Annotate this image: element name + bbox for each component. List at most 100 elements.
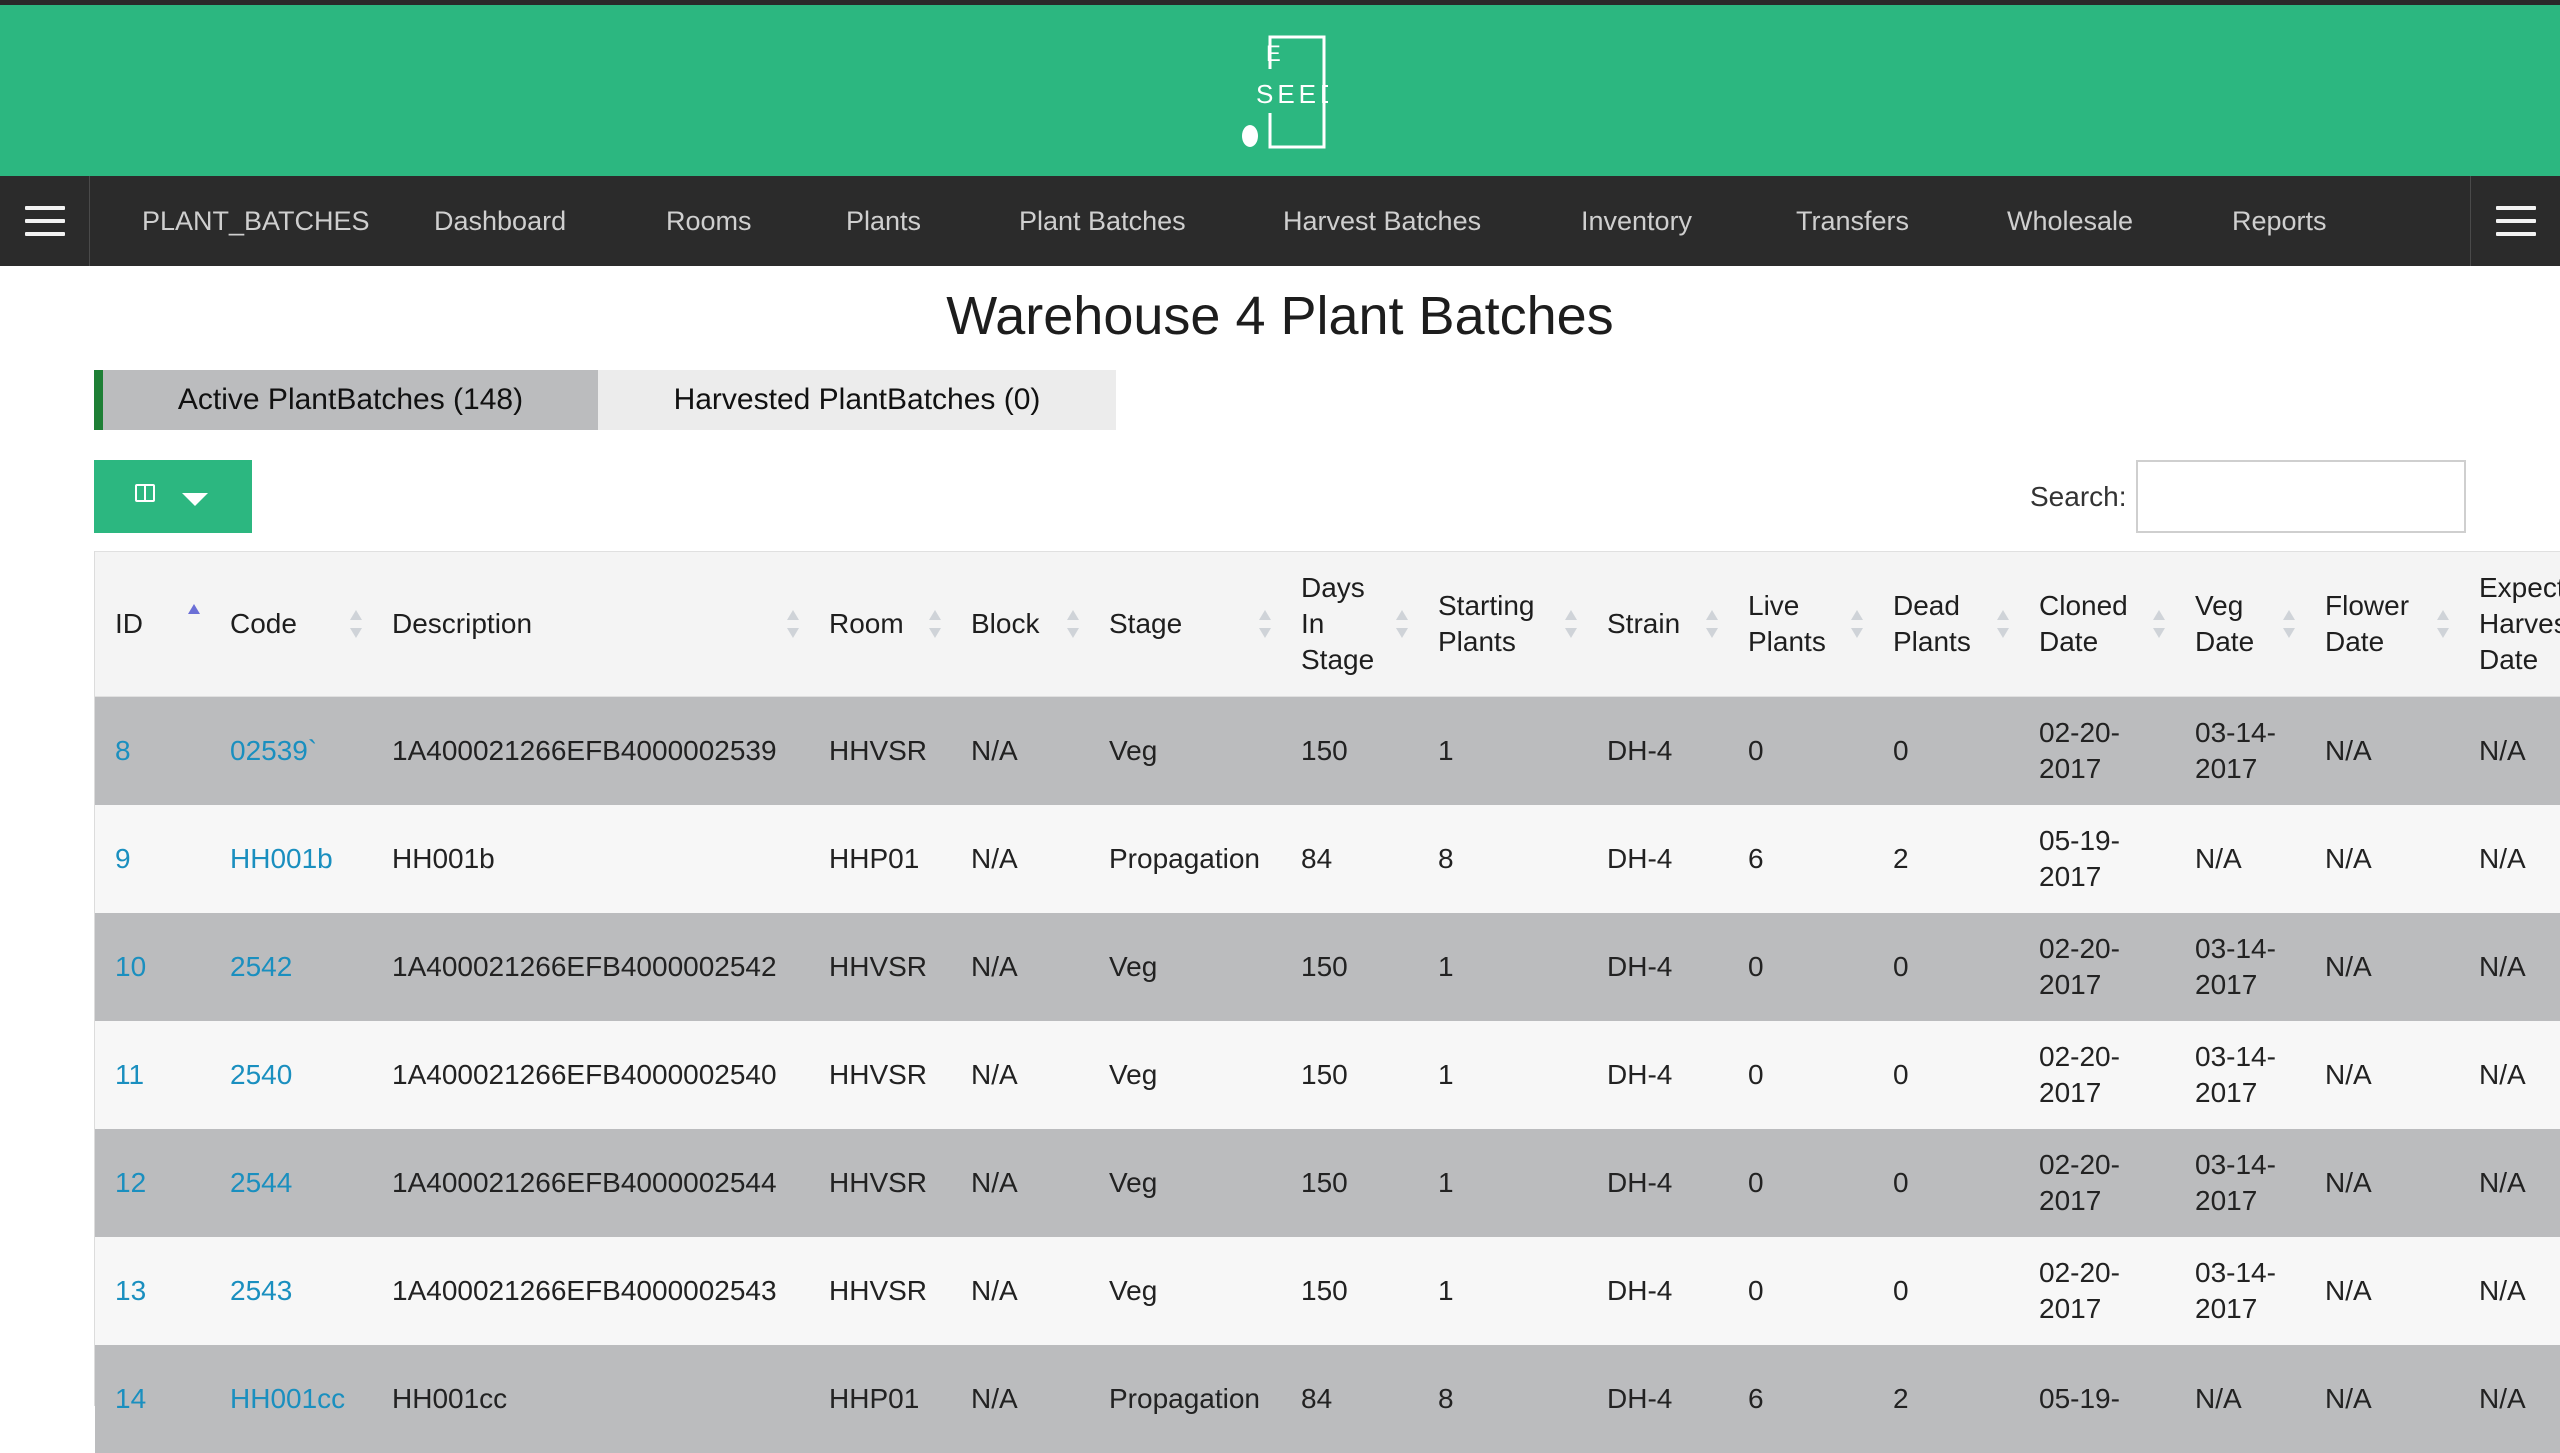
- cell-stage: Veg: [1089, 1020, 1281, 1129]
- sort-icon: [787, 610, 799, 638]
- column-header-code[interactable]: Code: [210, 551, 372, 697]
- page-title: Warehouse 4 Plant Batches: [946, 286, 1614, 346]
- cell-cloned-date: 02-20-2017: [2019, 912, 2175, 1021]
- cell-starting-plants: 1: [1418, 1020, 1587, 1129]
- search-input[interactable]: [2136, 460, 2466, 533]
- cell-id[interactable]: 14: [95, 1344, 210, 1453]
- cell-code[interactable]: 2542: [210, 912, 372, 1021]
- column-header-veg-date[interactable]: Veg Date: [2175, 551, 2305, 697]
- cell-flower-date: N/A: [2305, 804, 2459, 913]
- table-row[interactable]: 9 HH001b HH001b HHP01 N/A Propagation 84 8 DH-4 6…: [95, 804, 2560, 913]
- cell-block: N/A: [951, 1020, 1089, 1129]
- column-header-block[interactable]: Block: [951, 551, 1089, 697]
- tab-active-plantbatches[interactable]: Active PlantBatches (148): [94, 370, 598, 430]
- cell-cloned-date: 02-20-2017: [2019, 1128, 2175, 1237]
- cell-room: HHVSR: [809, 1128, 951, 1237]
- seed-drop-icon: [1242, 125, 1258, 147]
- left-menu-hamburger-icon[interactable]: [0, 176, 90, 266]
- column-header-room[interactable]: Room: [809, 551, 951, 697]
- table-row[interactable]: 14 HH001cc HH001cc HHP01 N/A Propagation 84 8 DH…: [95, 1344, 2560, 1453]
- cell-starting-plants: 1: [1418, 1128, 1587, 1237]
- column-header-id[interactable]: ID: [95, 551, 210, 697]
- nav-item-reports[interactable]: Reports: [2232, 176, 2327, 266]
- cell-flower-date: N/A: [2305, 912, 2459, 1021]
- cell-id[interactable]: 11: [95, 1020, 210, 1129]
- cell-strain: DH-4: [1587, 696, 1728, 805]
- cell-id[interactable]: 10: [95, 912, 210, 1021]
- columns-icon: [135, 484, 155, 502]
- table-row[interactable]: 10 2542 1A400021266EFB4000002542 HHVSR N/A Ve…: [95, 912, 2560, 1021]
- column-header-stage[interactable]: Stage: [1089, 551, 1281, 697]
- eseed-logo[interactable]: E SEED: [1232, 33, 1328, 153]
- table-row[interactable]: 12 2544 1A400021266EFB4000002544 HHVSR N/A Ve…: [95, 1128, 2560, 1237]
- column-visibility-button[interactable]: [94, 460, 252, 533]
- column-header-expected-harvest-date[interactable]: Expected Harvest Date: [2459, 551, 2560, 697]
- nav-item-plants[interactable]: Plants: [846, 176, 921, 266]
- table-header-row: ID Code Description Room Block Stage Day…: [95, 551, 2560, 697]
- cell-id[interactable]: 13: [95, 1236, 210, 1345]
- cell-starting-plants: 1: [1418, 912, 1587, 1021]
- cell-room: HHVSR: [809, 696, 951, 805]
- cell-code[interactable]: HH001b: [210, 804, 372, 913]
- cell-veg-date: 03-14-2017: [2175, 1128, 2305, 1237]
- column-header-starting-plants[interactable]: Starting Plants: [1418, 551, 1587, 697]
- cell-block: N/A: [951, 1236, 1089, 1345]
- cell-stage: Propagation: [1089, 1344, 1281, 1453]
- sort-icon: [1997, 610, 2009, 638]
- tab-harvested-plantbatches[interactable]: Harvested PlantBatches (0): [598, 370, 1116, 430]
- nav-item-dashboard[interactable]: Dashboard: [434, 176, 566, 266]
- cell-block: N/A: [951, 804, 1089, 913]
- nav-item-inventory[interactable]: Inventory: [1581, 176, 1692, 266]
- table-row[interactable]: 8 02539` 1A400021266EFB4000002539 HHVSR N/A V…: [95, 696, 2560, 805]
- cell-room: HHVSR: [809, 912, 951, 1021]
- cell-stage: Veg: [1089, 1128, 1281, 1237]
- logo-letter-e: E: [1266, 41, 1281, 66]
- table-body: 8 02539` 1A400021266EFB4000002539 HHVSR N/A V…: [95, 696, 2560, 1453]
- nav-item-transfers[interactable]: Transfers: [1796, 176, 1909, 266]
- cell-code[interactable]: 2543: [210, 1236, 372, 1345]
- column-header-days-in-stage[interactable]: Days In Stage: [1281, 551, 1418, 697]
- column-header-strain[interactable]: Strain: [1587, 551, 1728, 697]
- cell-room: HHP01: [809, 1344, 951, 1453]
- cell-code[interactable]: 02539`: [210, 696, 372, 805]
- nav-item-harvest-batches[interactable]: Harvest Batches: [1283, 176, 1481, 266]
- column-header-description[interactable]: Description: [372, 551, 809, 697]
- sort-icon: [1259, 610, 1271, 638]
- cell-description: 1A400021266EFB4000002542: [372, 912, 809, 1021]
- cell-id[interactable]: 9: [95, 804, 210, 913]
- cell-code[interactable]: HH001cc: [210, 1344, 372, 1453]
- cell-live-plants: 6: [1728, 1344, 1873, 1453]
- right-menu-hamburger-icon[interactable]: [2470, 176, 2560, 266]
- column-header-flower-date[interactable]: Flower Date: [2305, 551, 2459, 697]
- nav-item-plant-batches-module[interactable]: PLANT_BATCHES: [142, 176, 370, 266]
- cell-id[interactable]: 12: [95, 1128, 210, 1237]
- cell-strain: DH-4: [1587, 1020, 1728, 1129]
- column-header-dead-plants[interactable]: Dead Plants: [1873, 551, 2019, 697]
- cell-description: 1A400021266EFB4000002539: [372, 696, 809, 805]
- table-row[interactable]: 13 2543 1A400021266EFB4000002543 HHVSR N/A Ve…: [95, 1236, 2560, 1345]
- cell-days-in-stage: 84: [1281, 1344, 1418, 1453]
- nav-item-rooms[interactable]: Rooms: [666, 176, 752, 266]
- cell-expected-harvest-date: N/A: [2459, 1020, 2560, 1129]
- cell-flower-date: N/A: [2305, 1236, 2459, 1345]
- cell-room: HHVSR: [809, 1020, 951, 1129]
- cell-strain: DH-4: [1587, 1344, 1728, 1453]
- table-row[interactable]: 11 2540 1A400021266EFB4000002540 HHVSR N/A Ve…: [95, 1020, 2560, 1129]
- column-header-cloned-date[interactable]: Cloned Date: [2019, 551, 2175, 697]
- cell-block: N/A: [951, 1128, 1089, 1237]
- cell-id[interactable]: 8: [95, 696, 210, 805]
- caret-down-icon: [182, 493, 208, 506]
- cell-code[interactable]: 2540: [210, 1020, 372, 1129]
- main-navbar: PLANT_BATCHES Dashboard Rooms Plants Pla…: [0, 176, 2560, 266]
- cell-expected-harvest-date: N/A: [2459, 912, 2560, 1021]
- column-header-live-plants[interactable]: Live Plants: [1728, 551, 1873, 697]
- cell-flower-date: N/A: [2305, 696, 2459, 805]
- nav-item-wholesale[interactable]: Wholesale: [2007, 176, 2133, 266]
- nav-item-plant-batches[interactable]: Plant Batches: [1019, 176, 1186, 266]
- cell-code[interactable]: 2544: [210, 1128, 372, 1237]
- cell-live-plants: 0: [1728, 912, 1873, 1021]
- cell-days-in-stage: 150: [1281, 1236, 1418, 1345]
- cell-live-plants: 0: [1728, 1236, 1873, 1345]
- cell-dead-plants: 0: [1873, 1020, 2019, 1129]
- cell-live-plants: 6: [1728, 804, 1873, 913]
